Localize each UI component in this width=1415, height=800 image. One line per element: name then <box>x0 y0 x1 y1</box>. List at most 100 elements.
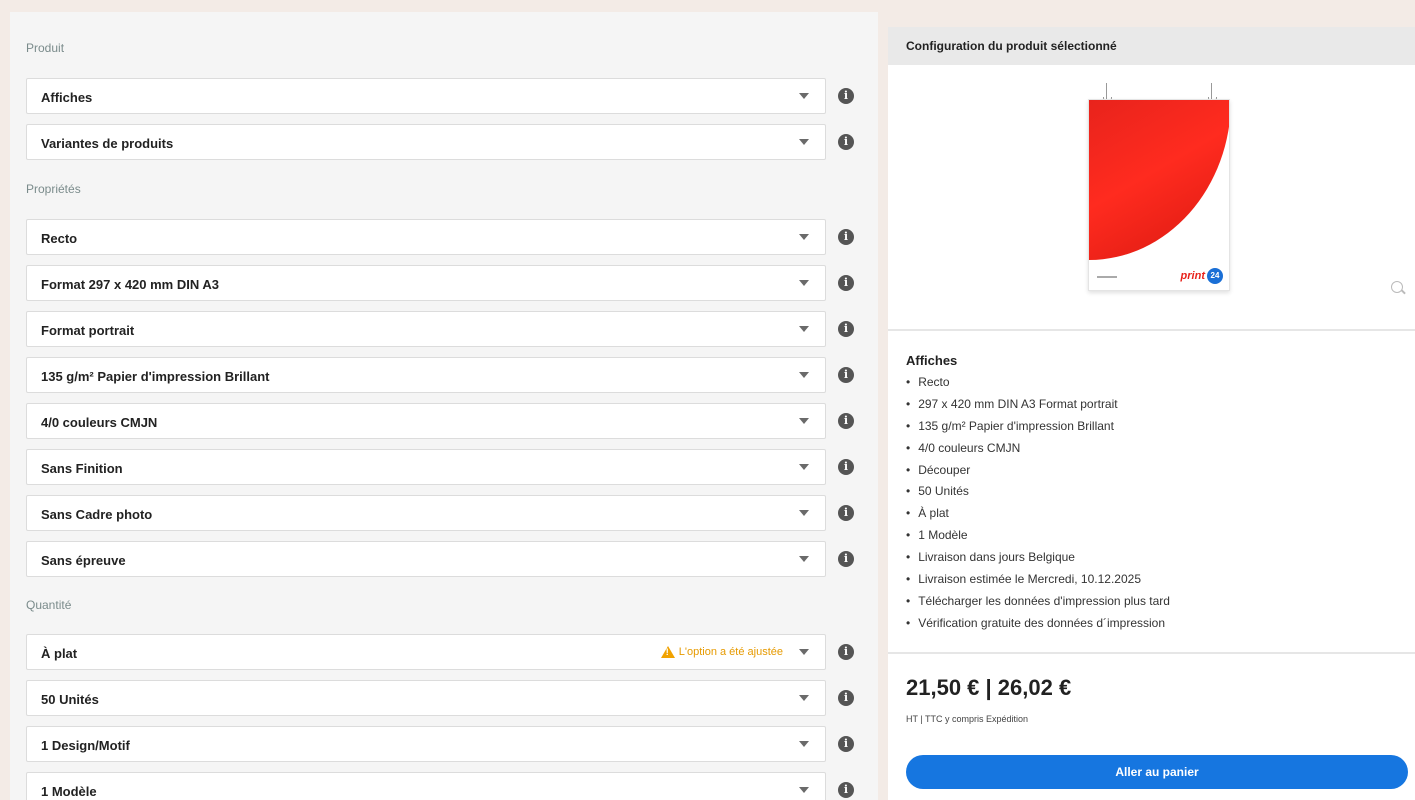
format-select[interactable]: Format 297 x 420 mm DIN A3 <box>26 265 826 301</box>
divider <box>888 652 1415 654</box>
divider <box>888 329 1415 331</box>
select-value: 1 Modèle <box>41 784 97 799</box>
price-note: HT | TTC y compris Expédition <box>906 714 1029 724</box>
select-value: 4/0 couleurs CMJN <box>41 415 158 430</box>
section-label-product: Produit <box>26 41 65 55</box>
frame-select-row: Sans Cadre photo i <box>26 495 874 531</box>
poster-red-shape <box>1089 100 1229 260</box>
print24-logo: print 24 <box>1181 268 1223 284</box>
product-variant-select-row: Variantes de produits i <box>26 124 874 160</box>
select-value: À plat <box>41 646 78 661</box>
info-icon[interactable]: i <box>838 275 854 291</box>
proof-select-row: Sans épreuve i <box>26 541 874 577</box>
configuration-summary-panel: Configuration du produit sélectionné pri… <box>888 27 1415 800</box>
colors-select-row: 4/0 couleurs CMJN i <box>26 403 874 439</box>
chevron-down-icon <box>799 649 809 655</box>
select-value: Variantes de produits <box>41 136 174 151</box>
list-item: Télécharger les données d'impression plu… <box>906 591 1170 613</box>
list-item: Découper <box>906 460 1170 482</box>
summary-title: Affiches <box>906 353 958 368</box>
info-icon[interactable]: i <box>838 413 854 429</box>
list-item: 4/0 couleurs CMJN <box>906 438 1170 460</box>
logo-badge: 24 <box>1207 268 1223 284</box>
sides-select-row: Recto i <box>26 219 874 255</box>
list-item: Vérification gratuite des données d´impr… <box>906 613 1170 635</box>
info-icon[interactable]: i <box>838 551 854 567</box>
delivery-form-select-row: À plat L'option a été ajustée i <box>26 634 874 670</box>
delivery-form-select[interactable]: À plat L'option a été ajustée <box>26 634 826 670</box>
finish-select-row: Sans Finition i <box>26 449 874 485</box>
go-to-cart-button[interactable]: Aller au panier <box>906 755 1408 789</box>
info-icon[interactable]: i <box>838 134 854 150</box>
units-select[interactable]: 50 Unités <box>26 680 826 716</box>
orientation-select-row: Format portrait i <box>26 311 874 347</box>
section-label-properties: Propriétés <box>26 182 81 196</box>
warning-text: L'option a été ajustée <box>678 646 783 658</box>
configurator-form: Produit Affiches i Variantes de produits… <box>10 12 878 800</box>
info-icon[interactable]: i <box>838 782 854 798</box>
select-value: Recto <box>41 231 78 246</box>
select-value: Sans Cadre photo <box>41 507 153 522</box>
info-icon[interactable]: i <box>838 505 854 521</box>
product-variant-select[interactable]: Variantes de produits <box>26 124 826 160</box>
list-item: 1 Modèle <box>906 525 1170 547</box>
paper-select[interactable]: 135 g/m² Papier d'impression Brillant <box>26 357 826 393</box>
format-select-row: Format 297 x 420 mm DIN A3 i <box>26 265 874 301</box>
info-icon[interactable]: i <box>838 690 854 706</box>
product-type-select-row: Affiches i <box>26 78 874 114</box>
chevron-down-icon <box>799 234 809 240</box>
colors-select[interactable]: 4/0 couleurs CMJN <box>26 403 826 439</box>
list-item: 50 Unités <box>906 481 1170 503</box>
sides-select[interactable]: Recto <box>26 219 826 255</box>
chevron-down-icon <box>799 741 809 747</box>
info-icon[interactable]: i <box>838 88 854 104</box>
orientation-select[interactable]: Format portrait <box>26 311 826 347</box>
product-preview: print 24 <box>888 65 1415 329</box>
chevron-down-icon <box>799 280 809 286</box>
designs-select-row: 1 Design/Motif i <box>26 726 874 762</box>
poster-footer-line <box>1097 276 1117 278</box>
chevron-down-icon <box>799 556 809 562</box>
adjusted-warning: L'option a été ajustée <box>660 646 783 658</box>
chevron-down-icon <box>799 464 809 470</box>
product-type-select[interactable]: Affiches <box>26 78 826 114</box>
chevron-down-icon <box>799 510 809 516</box>
price-display: 21,50 € | 26,02 € <box>906 675 1072 700</box>
proof-select[interactable]: Sans épreuve <box>26 541 826 577</box>
chevron-down-icon <box>799 139 809 145</box>
select-value: Affiches <box>41 90 93 105</box>
list-item: Recto <box>906 372 1170 394</box>
frame-select[interactable]: Sans Cadre photo <box>26 495 826 531</box>
finish-select[interactable]: Sans Finition <box>26 449 826 485</box>
info-icon[interactable]: i <box>838 736 854 752</box>
select-value: 135 g/m² Papier d'impression Brillant <box>41 369 270 384</box>
list-item: 135 g/m² Papier d'impression Brillant <box>906 416 1170 438</box>
chevron-down-icon <box>799 695 809 701</box>
chevron-down-icon <box>799 787 809 793</box>
select-value: Sans Finition <box>41 461 123 476</box>
section-label-quantity: Quantité <box>26 598 72 612</box>
list-item: Livraison dans jours Belgique <box>906 547 1170 569</box>
chevron-down-icon <box>799 326 809 332</box>
paper-select-row: 135 g/m² Papier d'impression Brillant i <box>26 357 874 393</box>
units-select-row: 50 Unités i <box>26 680 874 716</box>
chevron-down-icon <box>799 372 809 378</box>
info-icon[interactable]: i <box>838 367 854 383</box>
config-title: Configuration du produit sélectionné <box>906 39 1117 53</box>
select-value: 50 Unités <box>41 692 99 707</box>
info-icon[interactable]: i <box>838 229 854 245</box>
list-item: À plat <box>906 503 1170 525</box>
info-icon[interactable]: i <box>838 459 854 475</box>
chevron-down-icon <box>799 418 809 424</box>
designs-select[interactable]: 1 Design/Motif <box>26 726 826 762</box>
list-item: 297 x 420 mm DIN A3 Format portrait <box>906 394 1170 416</box>
poster-preview-image[interactable]: print 24 <box>1088 99 1230 291</box>
models-select-row: 1 Modèle i <box>26 772 874 800</box>
config-header: Configuration du produit sélectionné <box>888 27 1415 65</box>
search-icon[interactable] <box>1391 281 1403 293</box>
chevron-down-icon <box>799 93 809 99</box>
models-select[interactable]: 1 Modèle <box>26 772 826 800</box>
logo-text: print <box>1180 270 1205 282</box>
info-icon[interactable]: i <box>838 644 854 660</box>
info-icon[interactable]: i <box>838 321 854 337</box>
